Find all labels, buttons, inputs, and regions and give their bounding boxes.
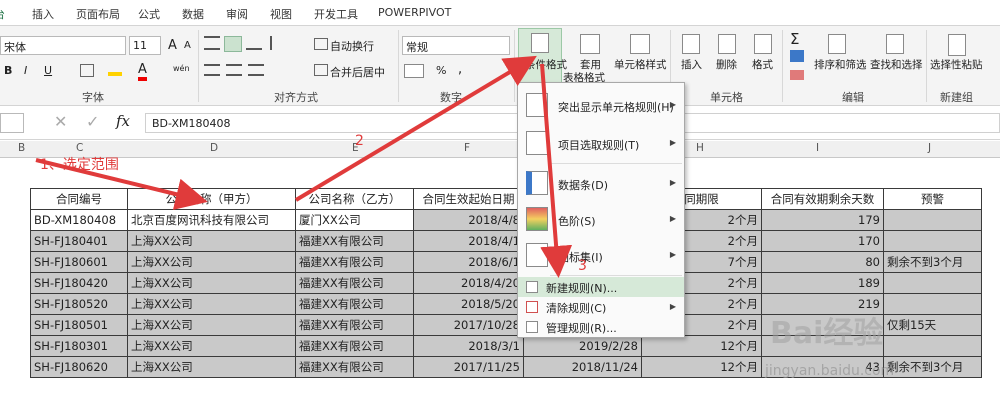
- annotation-step-2: 2: [355, 133, 364, 149]
- arrow-3: [540, 63, 573, 278]
- arrow-1: [35, 158, 208, 210]
- arrow-2: [294, 55, 537, 202]
- annotation-arrows: [35, 55, 573, 278]
- annotation-step-3: 3: [578, 258, 587, 274]
